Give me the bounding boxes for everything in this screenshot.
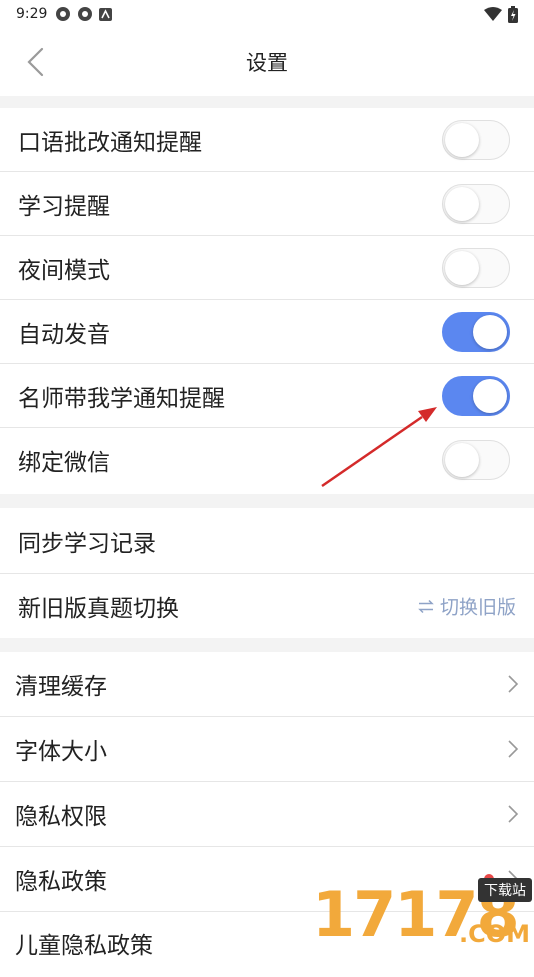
status-left: 9:29 — [16, 6, 113, 22]
status-right — [484, 5, 518, 23]
toggle-knob — [445, 122, 479, 157]
setting-row-privacy-permissions[interactable]: 隐私权限 — [0, 782, 534, 847]
battery-icon — [508, 5, 518, 23]
app-notification-icon — [56, 7, 71, 21]
back-arrow-icon[interactable] — [22, 46, 52, 78]
toggle-switch-teacher-notify[interactable] — [442, 375, 510, 416]
setting-row-bind-wechat[interactable]: 绑定微信 — [0, 428, 534, 492]
setting-label: 同步学习记录 — [18, 530, 156, 557]
setting-label: 隐私权限 — [15, 804, 107, 830]
chevron-right-icon — [508, 675, 519, 693]
setting-label: 绑定微信 — [18, 450, 110, 476]
status-time: 9:29 — [16, 6, 48, 22]
setting-label: 字体大小 — [15, 739, 107, 765]
setting-label: 口语批改通知提醒 — [18, 129, 202, 156]
toggle-switch-night-mode[interactable] — [442, 247, 510, 288]
setting-label: 名师带我学通知提醒 — [18, 385, 225, 412]
toggle-switch-bind-wechat[interactable] — [442, 440, 510, 480]
chevron-right-icon — [508, 805, 519, 823]
watermark-tag: 下载站 — [478, 878, 532, 902]
wifi-icon — [484, 7, 502, 21]
setting-label: 新旧版真题切换 — [18, 596, 179, 622]
swap-arrows-icon — [418, 599, 434, 613]
watermark-logo: 17178 下载站 .COM — [308, 874, 534, 950]
toggle-knob — [445, 186, 479, 221]
page-title: 设置 — [246, 51, 288, 75]
setting-label: 夜间模式 — [18, 257, 110, 284]
setting-label: 儿童隐私政策 — [15, 933, 153, 959]
watermark-suffix: .COM — [458, 920, 530, 948]
setting-row-night-mode[interactable]: 夜间模式 — [0, 236, 534, 300]
nav-bar: 设置 — [0, 28, 534, 96]
toggle-switch-auto-pronounce[interactable] — [442, 311, 510, 352]
setting-label: 清理缓存 — [15, 674, 107, 700]
setting-row-version-switch[interactable]: 新旧版真题切换 切换旧版 — [0, 574, 534, 638]
app-notification-icon — [78, 7, 93, 21]
switch-version-label: 切换旧版 — [439, 596, 516, 619]
toggle-knob — [473, 378, 507, 413]
section-divider — [0, 96, 534, 108]
toggle-knob — [473, 314, 507, 349]
setting-label: 隐私政策 — [15, 869, 107, 895]
notification-icons — [55, 6, 113, 22]
setting-row-study-reminder[interactable]: 学习提醒 — [0, 172, 534, 236]
setting-row-clear-cache[interactable]: 清理缓存 — [0, 652, 534, 717]
setting-row-font-size[interactable]: 字体大小 — [0, 717, 534, 782]
chevron-right-icon — [508, 740, 519, 758]
app-badge-icon — [99, 7, 113, 21]
toggle-knob — [445, 443, 479, 477]
setting-label: 自动发音 — [18, 321, 110, 348]
setting-row-teacher-notify[interactable]: 名师带我学通知提醒 — [0, 364, 534, 428]
toggle-knob — [445, 250, 479, 285]
section-divider — [0, 494, 534, 508]
section-divider — [0, 638, 534, 652]
setting-row-speaking-correction[interactable]: 口语批改通知提醒 — [0, 108, 534, 172]
setting-label: 学习提醒 — [18, 193, 110, 220]
status-bar: 9:29 — [0, 0, 534, 28]
setting-row-sync-records[interactable]: 同步学习记录 — [0, 508, 534, 574]
switch-old-version-button[interactable]: 切换旧版 — [418, 593, 516, 620]
toggle-switch-speaking-correction[interactable] — [442, 119, 510, 160]
setting-row-auto-pronounce[interactable]: 自动发音 — [0, 300, 534, 364]
toggle-switch-study-reminder[interactable] — [442, 183, 510, 224]
